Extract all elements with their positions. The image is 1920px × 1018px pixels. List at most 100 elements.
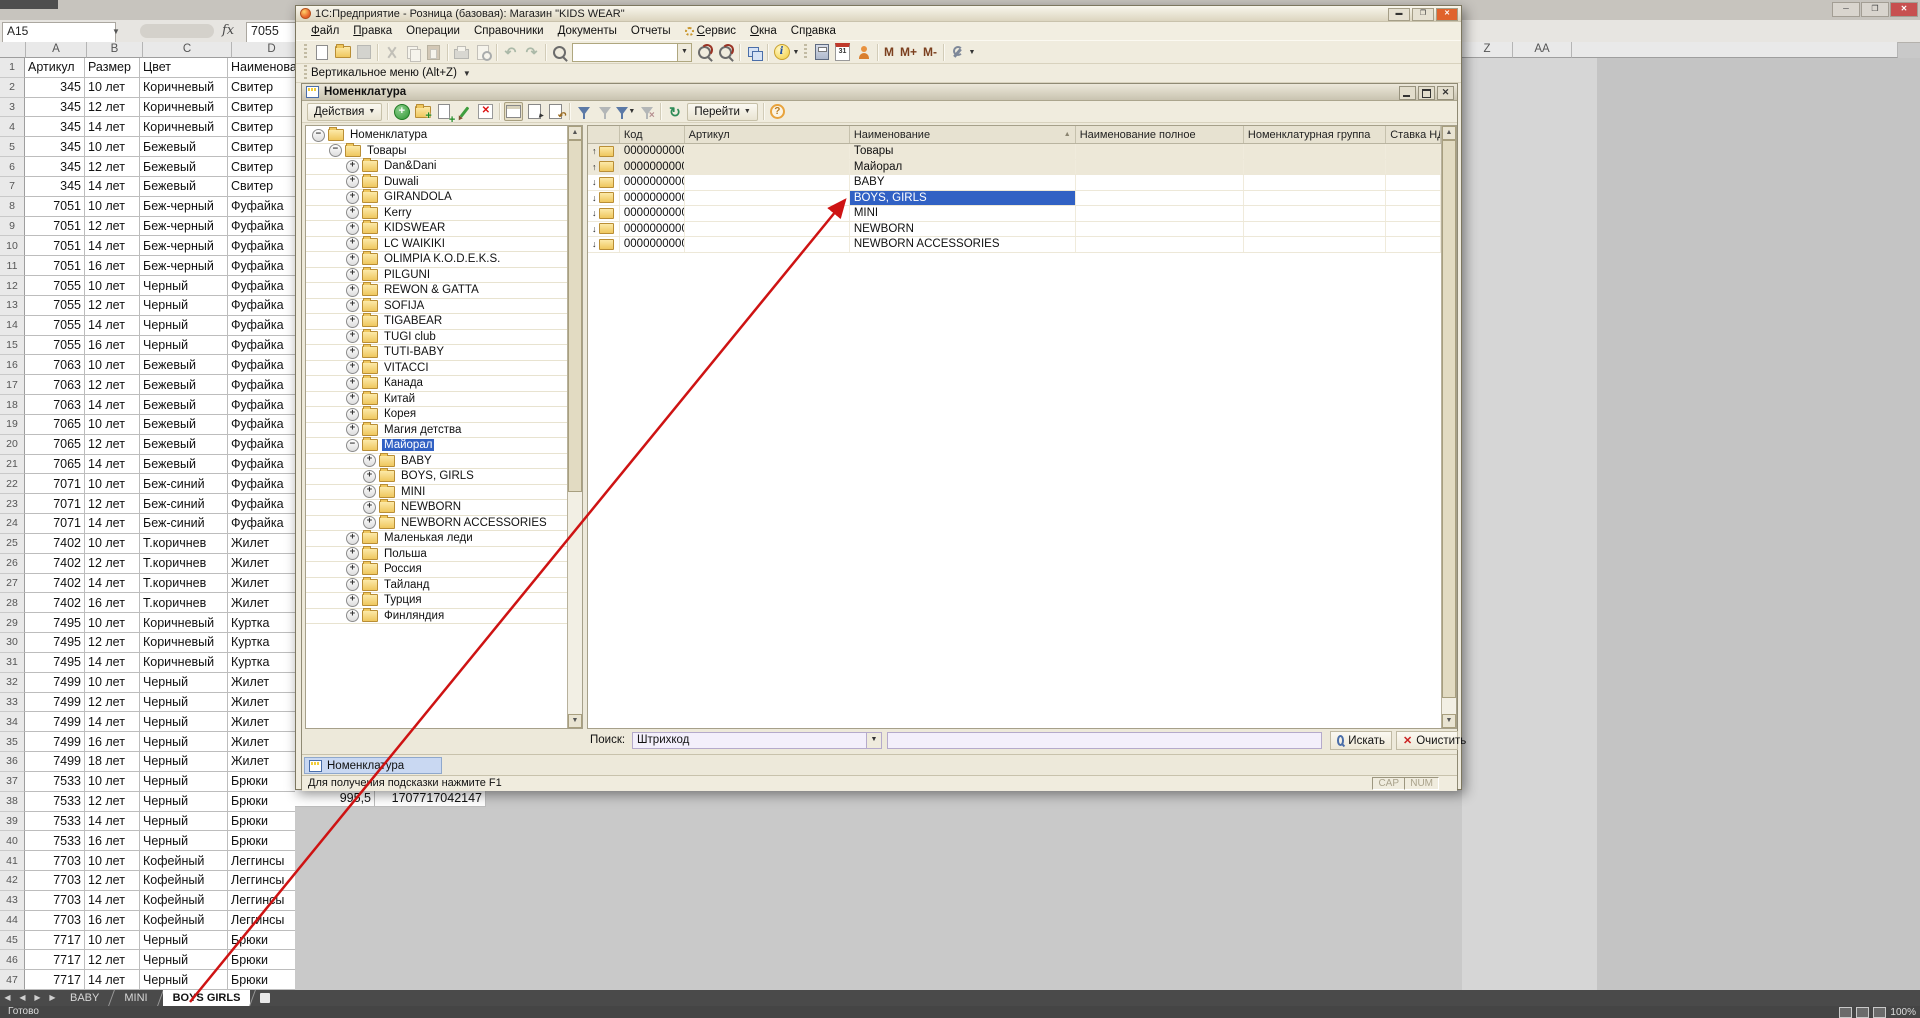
excel-cell[interactable]: Черный: [140, 812, 228, 832]
excel-cell[interactable]: Коричневый: [140, 117, 228, 137]
tree-item[interactable]: +Kerry: [306, 206, 567, 222]
child-minimize-button[interactable]: [1399, 86, 1416, 100]
excel-cell[interactable]: 7402: [25, 574, 85, 594]
column-header-6[interactable]: Ставка НДС: [1386, 126, 1441, 143]
excel-cell[interactable]: 7063: [25, 375, 85, 395]
row-number-33[interactable]: 33: [0, 693, 25, 713]
actions-menu-button[interactable]: Действия▼: [307, 103, 382, 121]
excel-cell[interactable]: Черный: [140, 316, 228, 336]
tools-dropdown-icon[interactable]: ▼: [968, 49, 976, 56]
undo-icon[interactable]: ↶: [501, 43, 520, 62]
empty-cell[interactable]: [1076, 237, 1244, 252]
row-number-26[interactable]: 26: [0, 554, 25, 574]
excel-cell[interactable]: 7051: [25, 197, 85, 217]
toolbar-grip[interactable]: [304, 44, 307, 60]
menu-справка[interactable]: Справка: [784, 23, 843, 39]
menu-окна[interactable]: Окна: [743, 23, 784, 39]
row-number-16[interactable]: 16: [0, 355, 25, 375]
empty-cell[interactable]: [1386, 144, 1441, 159]
row-number-5[interactable]: 5: [0, 137, 25, 157]
find-previous-icon[interactable]: [716, 43, 735, 62]
row-number-18[interactable]: 18: [0, 395, 25, 415]
row-number-4[interactable]: 4: [0, 117, 25, 137]
column-header-Z[interactable]: Z: [1462, 42, 1513, 58]
excel-cell[interactable]: 7071: [25, 514, 85, 534]
print-icon[interactable]: [452, 43, 471, 62]
memory-subtract-button[interactable]: M-: [920, 46, 940, 58]
table-row[interactable]: ↑00000000002Майорал: [588, 160, 1441, 176]
expand-icon[interactable]: +: [346, 330, 359, 343]
excel-cell[interactable]: 7499: [25, 693, 85, 713]
empty-cell[interactable]: [1244, 160, 1386, 175]
row-number-19[interactable]: 19: [0, 415, 25, 435]
table-row[interactable]: ↑00000000001Товары: [588, 144, 1441, 160]
clear-filter-icon[interactable]: [637, 102, 656, 121]
name-box[interactable]: A15: [2, 22, 116, 43]
excel-cell[interactable]: Бежевый: [140, 177, 228, 197]
excel-cell[interactable]: Т.коричнев: [140, 593, 228, 613]
menu-справочники[interactable]: Справочники: [467, 23, 551, 39]
excel-cell[interactable]: 7065: [25, 415, 85, 435]
excel-cell[interactable]: Черный: [140, 336, 228, 356]
excel-cell[interactable]: Беж-черный: [140, 217, 228, 237]
copy-icon[interactable]: [403, 43, 422, 62]
empty-cell[interactable]: [1076, 175, 1244, 190]
excel-cell[interactable]: Цвет: [140, 58, 228, 78]
expand-icon[interactable]: +: [346, 594, 359, 607]
memory-recall-button[interactable]: M: [881, 46, 897, 58]
menu-сервис[interactable]: Сервис: [678, 23, 743, 39]
row-number-43[interactable]: 43: [0, 891, 25, 911]
excel-cell[interactable]: Черный: [140, 970, 228, 990]
copy-item-icon[interactable]: [434, 102, 453, 121]
excel-cell[interactable]: 12 лет: [85, 792, 140, 812]
excel-cell[interactable]: 18 лет: [85, 752, 140, 772]
excel-cell[interactable]: 12 лет: [85, 950, 140, 970]
tree-item[interactable]: +Корея: [306, 407, 567, 423]
expand-icon[interactable]: +: [346, 532, 359, 545]
excel-cell[interactable]: Черный: [140, 950, 228, 970]
excel-cell[interactable]: Беж-черный: [140, 197, 228, 217]
excel-cell[interactable]: 16 лет: [85, 732, 140, 752]
new-document-icon[interactable]: [312, 43, 331, 62]
excel-cell[interactable]: 345: [25, 137, 85, 157]
empty-cell[interactable]: [1244, 191, 1386, 206]
excel-cell[interactable]: 7717: [25, 970, 85, 990]
excel-cell[interactable]: 10 лет: [85, 197, 140, 217]
name-cell[interactable]: NEWBORN: [850, 222, 1076, 237]
tree-scroll-thumb[interactable]: [568, 140, 582, 492]
scroll-up-icon[interactable]: ▲: [1442, 126, 1456, 140]
row-number-20[interactable]: 20: [0, 435, 25, 455]
menu-файл[interactable]: Файл: [304, 23, 346, 39]
code-cell[interactable]: 00000000004: [620, 175, 685, 190]
row-number-30[interactable]: 30: [0, 633, 25, 653]
expand-icon[interactable]: +: [363, 501, 376, 514]
tree-item[interactable]: +TIGABEAR: [306, 314, 567, 330]
excel-cell[interactable]: 7051: [25, 236, 85, 256]
find-combobox[interactable]: ▼: [572, 43, 692, 62]
empty-cell[interactable]: [1076, 160, 1244, 175]
excel-cell[interactable]: 7065: [25, 435, 85, 455]
tree-item[interactable]: +Duwali: [306, 175, 567, 191]
excel-cell[interactable]: 7703: [25, 911, 85, 931]
empty-cell[interactable]: [1244, 237, 1386, 252]
child-close-button[interactable]: ✕: [1437, 86, 1454, 100]
excel-cell[interactable]: Бежевый: [140, 375, 228, 395]
table-scroll-thumb[interactable]: [1442, 140, 1456, 698]
row-number-2[interactable]: 2: [0, 78, 25, 98]
edit-item-icon[interactable]: [455, 102, 474, 121]
empty-cell[interactable]: [1076, 144, 1244, 159]
row-number-25[interactable]: 25: [0, 534, 25, 554]
hierarchy-view-icon[interactable]: [504, 102, 523, 121]
delete-item-icon[interactable]: ✕: [476, 102, 495, 121]
table-scrollbar[interactable]: ▲ ▼: [1441, 126, 1456, 728]
excel-cell[interactable]: Коричневый: [140, 613, 228, 633]
excel-cell[interactable]: Черный: [140, 752, 228, 772]
tree-item[interactable]: +Dan&Dani: [306, 159, 567, 175]
row-number-44[interactable]: 44: [0, 911, 25, 931]
excel-cell[interactable]: Черный: [140, 673, 228, 693]
column-header-C[interactable]: C: [143, 42, 232, 58]
name-cell[interactable]: BOYS, GIRLS: [850, 191, 1076, 206]
select-item-icon[interactable]: [525, 102, 544, 121]
column-header-B[interactable]: B: [87, 42, 143, 58]
expand-icon[interactable]: +: [346, 175, 359, 188]
